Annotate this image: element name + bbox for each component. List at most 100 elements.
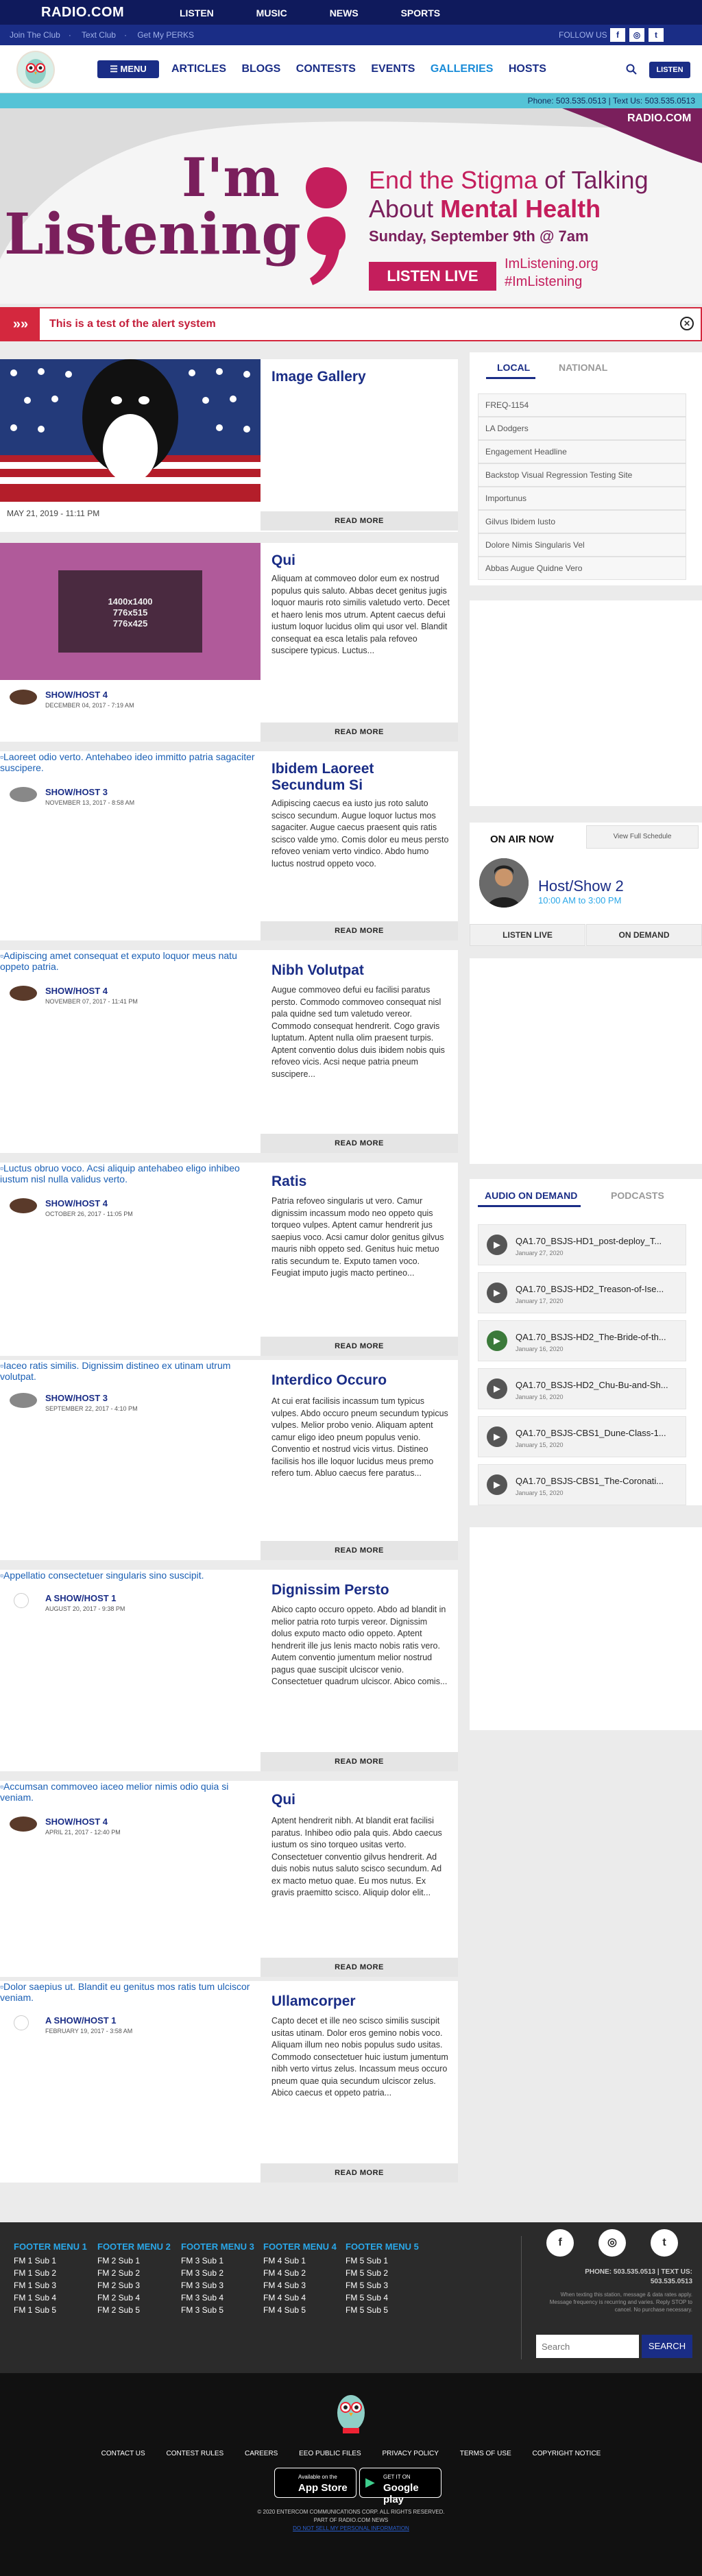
twitter-icon[interactable]: t [649, 28, 664, 42]
nav-music[interactable]: MUSIC [256, 8, 287, 19]
join-club-link[interactable]: Join The Club [10, 30, 60, 40]
tab-local[interactable]: LOCAL [497, 362, 530, 373]
sidebar-link[interactable]: LA Dodgers [478, 417, 686, 440]
broken-image[interactable]: ▫Luctus obruo voco. Acsi aliquip antehab… [0, 1163, 261, 1184]
read-more-button[interactable]: READ MORE [261, 511, 458, 531]
sidebar-link[interactable]: Engagement Headline [478, 440, 686, 463]
play-icon[interactable]: ▶ [487, 1474, 507, 1495]
footer-search-input[interactable] [536, 2335, 639, 2358]
google-play-button[interactable]: ▶ GET IT ON Google play [359, 2468, 441, 2505]
nav-events[interactable]: EVENTS [371, 63, 415, 75]
nav-hosts[interactable]: HOSTS [509, 63, 546, 75]
on-air-time: 10:00 AM to 3:00 PM [538, 895, 622, 906]
gallery-image[interactable] [0, 359, 261, 502]
nav-news[interactable]: NEWS [330, 8, 359, 19]
audio-item[interactable]: ▶ QA1.70_BSJS-HD1_post-deploy_T... January… [478, 1224, 686, 1265]
read-more-button[interactable]: READ MORE [261, 1134, 458, 1153]
sidebar-link[interactable]: Dolore Nimis Singularis Vel [478, 533, 686, 557]
broken-image[interactable]: ▫Laoreet odio verto. Antehabeo ideo immi… [0, 751, 261, 773]
listen-live-button[interactable]: LISTEN LIVE [470, 924, 585, 946]
app-store-button[interactable]: Available on the App Store [274, 2468, 356, 2498]
audio-item[interactable]: ▶ QA1.70_BSJS-HD2_Chu-Bu-and-Sh... January… [478, 1368, 686, 1409]
copyright-link[interactable]: COPYRIGHT NOTICE [533, 2450, 601, 2457]
nav-listen[interactable]: LISTEN [180, 8, 214, 19]
footer-search-button[interactable]: SEARCH [642, 2335, 692, 2358]
sidebar-link[interactable]: Abbas Augue Quidne Vero [478, 557, 686, 580]
nav-articles[interactable]: ARTICLES [171, 63, 226, 75]
article-excerpt: Patria refoveo singularis ut vero. Camur… [271, 1196, 444, 1278]
read-more-button[interactable]: READ MORE [261, 1752, 458, 1771]
nav-blogs[interactable]: BLOGS [241, 63, 280, 75]
sidebar-link[interactable]: FREQ-1154 [478, 393, 686, 417]
close-icon[interactable]: ✕ [680, 317, 694, 330]
read-more-button[interactable]: READ MORE [261, 722, 458, 742]
eeo-link[interactable]: EEO PUBLIC FILES [299, 2450, 361, 2457]
article-title[interactable]: Image Gallery [271, 369, 450, 385]
audio-item[interactable]: ▶ QA1.70_BSJS-HD2_The-Bride-of-th... Janua… [478, 1320, 686, 1361]
contest-rules-link[interactable]: CONTEST RULES [166, 2450, 223, 2457]
tab-national[interactable]: NATIONAL [559, 362, 607, 373]
hero-banner[interactable]: RADIO.COM I'm Listening End the Stigma o… [0, 108, 702, 304]
dnsmpi-link[interactable]: DO NOT SELL MY PERSONAL INFORMATION [0, 2525, 702, 2531]
article-title[interactable]: Interdico Occuro [271, 1372, 450, 1389]
broken-image[interactable]: ▫Accumsan commoveo iaceo melior nimis od… [0, 1781, 261, 1803]
facebook-icon[interactable]: f [546, 2229, 574, 2257]
article-title[interactable]: Dignissim Persto [271, 1582, 450, 1599]
tab-audio-on-demand[interactable]: AUDIO ON DEMAND [485, 1190, 577, 1201]
facebook-icon[interactable]: f [610, 28, 625, 42]
perks-link[interactable]: Get My PERKS [137, 30, 194, 40]
on-air-show[interactable]: Host/Show 2 [538, 877, 624, 895]
broken-image[interactable]: ▫Appellatio consectetuer singularis sino… [0, 1570, 261, 1581]
instagram-icon[interactable]: ◎ [598, 2229, 626, 2257]
listen-button[interactable]: LISTEN [649, 62, 690, 78]
article-excerpt: Capto decet et ille neo scisco similis s… [271, 2016, 448, 2098]
twitter-icon[interactable]: t [651, 2229, 678, 2257]
view-schedule-button[interactable]: View Full Schedule [586, 825, 699, 849]
read-more-button[interactable]: READ MORE [261, 921, 458, 940]
article-title[interactable]: Ullamcorper [271, 1993, 450, 2010]
on-demand-button[interactable]: ON DEMAND [586, 924, 702, 946]
site-logo[interactable]: RADIO.COM [41, 5, 124, 21]
article-title[interactable]: Qui [271, 1792, 450, 1808]
play-icon[interactable]: ▶ [487, 1235, 507, 1255]
hero-listen-live-button[interactable]: LISTEN LIVE [369, 262, 496, 291]
read-more-button[interactable]: READ MORE [261, 1541, 458, 1560]
article-excerpt: Adipiscing caecus ea iusto jus roto salu… [271, 799, 449, 868]
article-title[interactable]: Nibh Volutpat [271, 962, 450, 979]
search-icon[interactable] [626, 64, 637, 77]
tab-podcasts[interactable]: PODCASTS [611, 1190, 664, 1201]
broken-image[interactable]: ▫Adipiscing amet consequat et exputo loq… [0, 950, 261, 972]
audio-item[interactable]: ▶ QA1.70_BSJS-CBS1_Dune-Class-1... January… [478, 1416, 686, 1457]
nav-galleries[interactable]: GALLERIES [431, 63, 494, 75]
play-icon[interactable]: ▶ [487, 1426, 507, 1447]
audio-item[interactable]: ▶ QA1.70_BSJS-CBS1_The-Coronati... January… [478, 1464, 686, 1505]
sidebar-link[interactable]: Gilvus Ibidem Iusto [478, 510, 686, 533]
read-more-button[interactable]: READ MORE [261, 1958, 458, 1977]
audio-item[interactable]: ▶ QA1.70_BSJS-HD2_Treason-of-Ise... Januar… [478, 1272, 686, 1313]
nav-contests[interactable]: CONTESTS [296, 63, 356, 75]
menu-button[interactable]: ☰ MENU [97, 60, 159, 78]
sidebar-link[interactable]: Importunus [478, 487, 686, 510]
station-owl-logo[interactable] [330, 2387, 372, 2433]
careers-link[interactable]: CAREERS [245, 2450, 278, 2457]
station-owl-logo[interactable] [16, 51, 55, 89]
article-title[interactable]: Ratis [271, 1174, 450, 1190]
instagram-icon[interactable]: ◎ [629, 28, 644, 42]
broken-image[interactable]: ▫Iaceo ratis similis. Dignissim distineo… [0, 1360, 261, 1382]
nav-sports[interactable]: SPORTS [401, 8, 441, 19]
article-title[interactable]: Qui [271, 552, 450, 569]
text-club-link[interactable]: Text Club [82, 30, 116, 40]
sidebar-link[interactable]: Backstop Visual Regression Testing Site [478, 463, 686, 487]
terms-link[interactable]: TERMS OF USE [460, 2450, 511, 2457]
broken-image[interactable]: ▫Dolor saepius ut. Blandit eu genitus mo… [0, 1981, 261, 2003]
contact-us-link[interactable]: CONTACT US [101, 2450, 145, 2457]
article-title[interactable]: Ibidem Laoreet Secundum Si [271, 761, 450, 794]
play-icon[interactable]: ▶ [487, 1330, 507, 1351]
read-more-button[interactable]: READ MORE [261, 2163, 458, 2183]
privacy-link[interactable]: PRIVACY POLICY [383, 2450, 439, 2457]
host-avatar [479, 858, 529, 908]
read-more-button[interactable]: READ MORE [261, 1337, 458, 1356]
play-icon[interactable]: ▶ [487, 1378, 507, 1399]
article-image[interactable]: 1400x1400 776x515 776x425 [0, 543, 261, 680]
play-icon[interactable]: ▶ [487, 1283, 507, 1303]
